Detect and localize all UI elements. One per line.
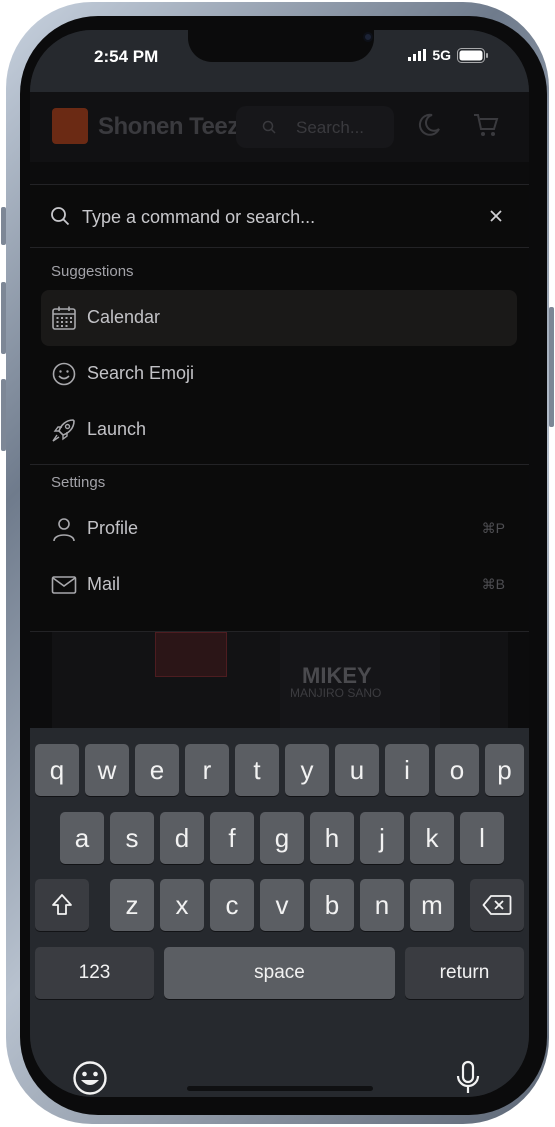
command-item-calendar[interactable]: Calendar (41, 290, 517, 346)
microphone-icon[interactable] (454, 1060, 482, 1096)
key-a[interactable]: a (60, 812, 104, 864)
manga-artwork: MIKEY MANJIRO SANO (52, 622, 508, 732)
shift-icon (52, 894, 72, 915)
command-item-profile[interactable]: Profile ⌘P (41, 501, 517, 557)
on-screen-keyboard: q w e r t y u i o p a s d f g h j k l z … (30, 728, 529, 1097)
rocket-icon (52, 419, 75, 442)
command-item-label: Launch (87, 419, 147, 439)
keyboard-shortcut: ⌘B (481, 576, 505, 592)
status-indicators: 5G (408, 47, 489, 63)
user-icon (53, 518, 75, 542)
camera-notch (188, 30, 374, 62)
key-u[interactable]: u (335, 744, 379, 796)
key-c[interactable]: c (210, 879, 254, 931)
front-camera (363, 32, 373, 42)
site-search-placeholder: Search... (296, 118, 365, 137)
key-k[interactable]: k (410, 812, 454, 864)
group-heading-settings: Settings (51, 474, 106, 491)
calendar-icon (52, 306, 76, 330)
key-p[interactable]: p (485, 744, 524, 796)
key-r[interactable]: r (185, 744, 229, 796)
key-z[interactable]: z (110, 879, 154, 931)
moon-icon[interactable] (416, 112, 442, 138)
site-logo[interactable] (52, 108, 88, 144)
shift-key[interactable] (35, 879, 89, 931)
key-l[interactable]: l (460, 812, 504, 864)
mute-switch (1, 207, 6, 245)
key-w[interactable]: w (85, 744, 129, 796)
command-search-bar (30, 185, 529, 248)
space-key[interactable]: space (164, 947, 395, 999)
manga-red-panel (155, 632, 227, 677)
command-item-launch[interactable]: Launch (41, 402, 517, 458)
key-o[interactable]: o (435, 744, 479, 796)
key-t[interactable]: t (235, 744, 279, 796)
key-v[interactable]: v (260, 879, 304, 931)
command-palette: Suggestions Calendar (30, 184, 529, 632)
key-j[interactable]: j (360, 812, 404, 864)
key-g[interactable]: g (260, 812, 304, 864)
delete-key[interactable] (470, 879, 524, 931)
numbers-key[interactable]: 123 (35, 947, 154, 999)
group-heading-suggestions: Suggestions (51, 263, 134, 280)
group-divider (30, 464, 529, 465)
command-search-input[interactable] (82, 202, 462, 232)
smile-icon (52, 362, 76, 386)
key-e[interactable]: e (135, 744, 179, 796)
mail-icon (51, 576, 77, 594)
key-m[interactable]: m (410, 879, 454, 931)
site-header: Shonen Teez Search... (30, 92, 529, 162)
search-icon (51, 207, 70, 226)
key-x[interactable]: x (160, 879, 204, 931)
key-h[interactable]: h (310, 812, 354, 864)
power-button (549, 307, 554, 427)
signal-icon (408, 49, 427, 61)
key-d[interactable]: d (160, 812, 204, 864)
key-q[interactable]: q (35, 744, 79, 796)
command-item-label: Calendar (87, 307, 161, 327)
command-item-mail[interactable]: Mail ⌘B (41, 557, 517, 613)
command-item-search-emoji[interactable]: Search Emoji (41, 346, 517, 402)
volume-down-button (1, 379, 6, 451)
status-time: 2:54 PM (94, 47, 159, 66)
close-icon[interactable] (488, 208, 504, 224)
key-i[interactable]: i (385, 744, 429, 796)
key-b[interactable]: b (310, 879, 354, 931)
command-item-label: Profile (87, 518, 139, 538)
key-n[interactable]: n (360, 879, 404, 931)
battery-icon (457, 47, 488, 63)
search-icon (262, 120, 276, 134)
artwork-subtitle: MANJIRO SANO (290, 686, 382, 700)
key-y[interactable]: y (285, 744, 329, 796)
site-search-box[interactable]: Search... (236, 106, 394, 148)
cart-icon[interactable] (472, 112, 500, 138)
keyboard-shortcut: ⌘P (481, 520, 505, 536)
backspace-icon (482, 895, 512, 915)
return-key[interactable]: return (405, 947, 524, 999)
emoji-icon[interactable] (72, 1060, 108, 1096)
key-s[interactable]: s (110, 812, 154, 864)
site-name[interactable]: Shonen Teez (98, 113, 239, 141)
home-indicator[interactable] (187, 1086, 373, 1091)
command-item-label: Search Emoji (87, 363, 195, 383)
network-label: 5G (432, 47, 451, 63)
phone-screen: 2:54 PM 5G Shonen Teez Search... MIKEY M… (30, 30, 529, 1097)
volume-up-button (1, 282, 6, 354)
command-item-label: Mail (87, 574, 121, 594)
key-f[interactable]: f (210, 812, 254, 864)
